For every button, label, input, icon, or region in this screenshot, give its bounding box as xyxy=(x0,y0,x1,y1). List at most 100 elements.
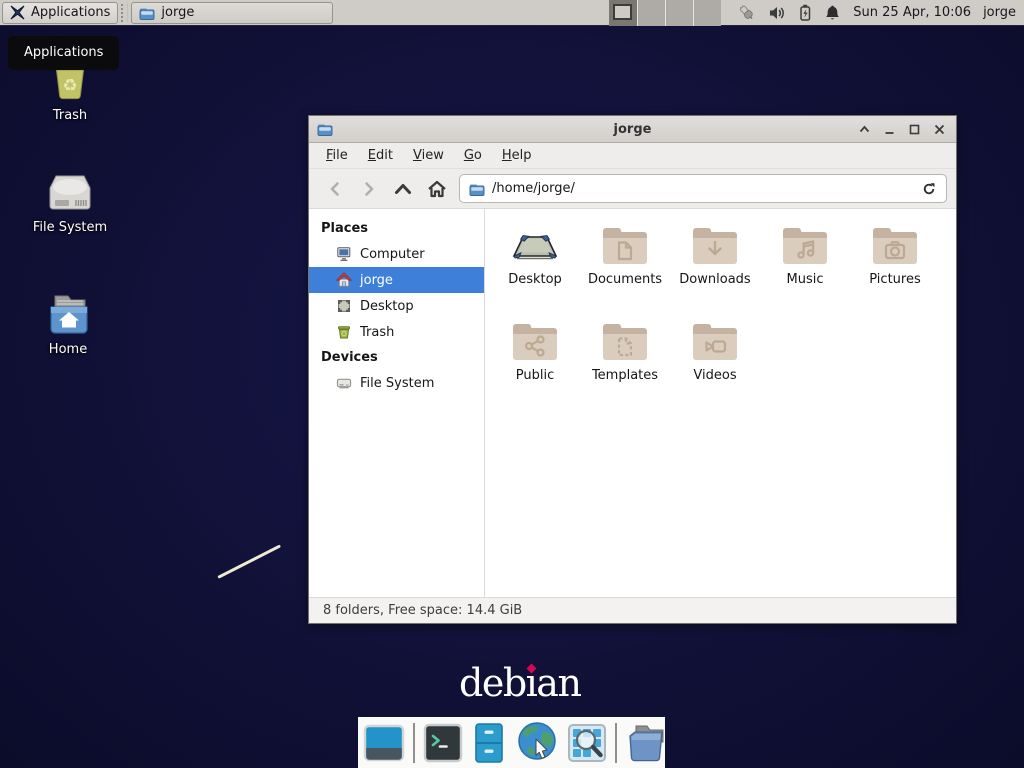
debian-wordmark-pre: deb xyxy=(459,661,526,705)
workspace-4[interactable] xyxy=(693,0,721,26)
top-panel: Applications jorge xyxy=(0,0,1024,26)
file-label: Videos xyxy=(693,368,736,383)
folder-documents-icon xyxy=(601,222,649,270)
sidebar-item-trash[interactable]: Trash xyxy=(309,319,484,345)
folder-icon xyxy=(139,5,155,21)
power-plug-icon[interactable] xyxy=(737,4,757,22)
window-body: Places Computer jorge xyxy=(309,209,956,597)
sidebar-places-header: Places xyxy=(309,216,484,241)
path-input[interactable]: /home/jorge/ xyxy=(492,181,914,196)
volume-icon[interactable] xyxy=(768,4,786,22)
minimize-button[interactable] xyxy=(880,120,899,139)
file-item-pictures[interactable]: Pictures xyxy=(850,222,940,318)
sidebar-item-label: Computer xyxy=(360,247,425,262)
desktop-icon-home[interactable]: Home xyxy=(22,292,114,357)
sidebar-item-label: Desktop xyxy=(360,299,414,314)
home-button[interactable] xyxy=(420,174,454,204)
file-item-public[interactable]: Public xyxy=(490,318,580,414)
sidebar-item-computer[interactable]: Computer xyxy=(309,241,484,267)
home-folder-icon xyxy=(43,292,93,338)
sidebar-item-jorge[interactable]: jorge xyxy=(309,267,484,293)
file-item-documents[interactable]: Documents xyxy=(580,222,670,318)
file-item-music[interactable]: Music xyxy=(760,222,850,318)
desktop-artifact-line xyxy=(217,544,281,578)
panel-clock[interactable]: Sun 25 Apr, 10:06 xyxy=(853,5,971,20)
location-bar[interactable]: /home/jorge/ xyxy=(459,174,947,203)
toolbar: /home/jorge/ xyxy=(309,169,956,209)
file-item-desktop[interactable]: Desktop xyxy=(490,222,580,318)
applications-tooltip: Applications xyxy=(8,36,119,70)
file-label: Pictures xyxy=(869,272,920,287)
sidebar-item-file-system[interactable]: File System xyxy=(309,370,484,396)
dock-web-browser-button[interactable] xyxy=(515,721,561,765)
sidebar-item-desktop[interactable]: Desktop xyxy=(309,293,484,319)
maximize-button[interactable] xyxy=(905,120,924,139)
window-titlebar[interactable]: jorge xyxy=(309,116,956,143)
file-label: Templates xyxy=(592,368,658,383)
user-home-icon xyxy=(336,272,352,288)
notification-bell-icon[interactable] xyxy=(824,4,841,22)
folder-icon xyxy=(469,181,485,197)
sidebar-item-label: Trash xyxy=(360,325,394,340)
file-item-videos[interactable]: Videos xyxy=(670,318,760,414)
panel-user-label[interactable]: jorge xyxy=(983,5,1016,20)
tooltip-text: Applications xyxy=(24,45,103,60)
debian-wordmark-post: an xyxy=(536,661,580,705)
drive-icon xyxy=(336,375,352,391)
sidebar-item-label: jorge xyxy=(360,273,393,288)
workspace-1[interactable] xyxy=(609,0,637,26)
file-label: Documents xyxy=(588,272,662,287)
desktop-icon-label: File System xyxy=(33,220,107,235)
up-button[interactable] xyxy=(386,174,420,204)
dock-file-manager-button[interactable] xyxy=(469,722,509,764)
statusbar: 8 folders, Free space: 14.4 GiB xyxy=(309,597,956,623)
menu-help[interactable]: Help xyxy=(492,144,542,167)
taskbar-window-button[interactable]: jorge xyxy=(131,2,333,24)
show-desktop-icon xyxy=(363,723,405,763)
menu-edit[interactable]: Edit xyxy=(358,144,403,167)
workspace-pager[interactable] xyxy=(609,0,721,26)
forward-icon xyxy=(361,180,377,198)
sidebar-devices-header: Devices xyxy=(309,345,484,370)
file-item-downloads[interactable]: Downloads xyxy=(670,222,760,318)
back-button[interactable] xyxy=(318,174,352,204)
taskbar-window-label: jorge xyxy=(161,5,194,20)
desktop-icon xyxy=(336,298,352,314)
battery-charging-icon[interactable] xyxy=(797,4,813,22)
dock-show-desktop-button[interactable] xyxy=(363,723,405,763)
folder-public-icon xyxy=(511,318,559,366)
panel-handle[interactable] xyxy=(121,4,128,22)
xfce-applications-icon xyxy=(10,5,25,20)
applications-menu-label: Applications xyxy=(31,5,110,20)
file-label: Public xyxy=(516,368,554,383)
shade-button[interactable] xyxy=(855,120,874,139)
dock-app-finder-button[interactable] xyxy=(567,723,607,763)
forward-button[interactable] xyxy=(352,174,386,204)
menu-file[interactable]: File xyxy=(316,144,358,167)
dock-separator xyxy=(413,723,415,763)
home-icon xyxy=(426,179,448,199)
menu-view[interactable]: View xyxy=(403,144,454,167)
sidebar: Places Computer jorge xyxy=(309,209,485,597)
close-button[interactable] xyxy=(930,120,949,139)
web-browser-globe-icon xyxy=(515,721,561,765)
file-label: Desktop xyxy=(508,272,562,287)
reload-icon[interactable] xyxy=(921,181,937,197)
file-item-templates[interactable]: Templates xyxy=(580,318,670,414)
menu-go[interactable]: Go xyxy=(454,144,492,167)
workspace-3[interactable] xyxy=(665,0,693,26)
computer-icon xyxy=(336,246,352,262)
sidebar-item-label: File System xyxy=(360,376,434,391)
folder-downloads-icon xyxy=(691,222,739,270)
back-icon xyxy=(327,180,343,198)
workspace-2[interactable] xyxy=(637,0,665,26)
desktop-icon-file-system[interactable]: File System xyxy=(24,172,116,235)
dock-terminal-button[interactable] xyxy=(423,723,463,763)
file-cabinet-icon xyxy=(469,722,509,764)
applications-menu-button[interactable]: Applications xyxy=(2,2,118,24)
window-folder-icon xyxy=(316,121,334,137)
folder-videos-icon xyxy=(691,318,739,366)
desktop-desk-icon xyxy=(511,222,559,270)
desktop-icon-label: Trash xyxy=(53,108,87,123)
dock-folder-button[interactable] xyxy=(625,722,669,764)
